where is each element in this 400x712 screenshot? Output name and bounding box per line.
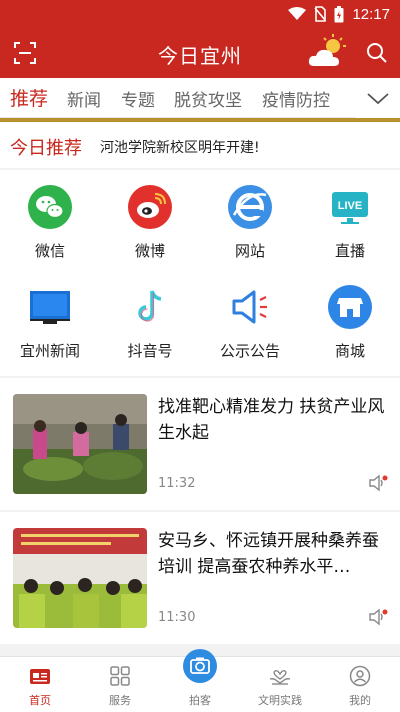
news-time: 11:30 [158, 610, 196, 625]
nav-label-civilization-practice: 文明实践 [258, 694, 302, 707]
tabs-expand-button[interactable] [356, 78, 400, 118]
grid-item-live[interactable]: LIVE 直播 [300, 170, 400, 270]
banner-title: 今日推荐 [10, 138, 82, 159]
search-icon [367, 43, 387, 63]
chevron-down-icon [367, 93, 389, 105]
speaker-icon[interactable] [368, 474, 388, 492]
grid-item-douyin[interactable]: 抖音号 [100, 270, 200, 370]
news-thumbnail [13, 394, 147, 494]
grid-item-weibo[interactable]: 微博 [100, 170, 200, 270]
no-sim-icon [314, 6, 327, 22]
home-icon [30, 669, 50, 684]
today-recommend-banner[interactable]: 今日推荐 河池学院新校区明年开建! [0, 118, 400, 168]
news-title: 找准靶心精准发力 扶贫产业风生水起 [158, 397, 385, 443]
battery-icon [334, 5, 344, 22]
search-button[interactable] [364, 40, 390, 66]
shortcut-grid: 微信 微博 网站 LIVE 直播 宜州新闻 抖音号 公示公告 商城 [0, 170, 400, 376]
nav-label-services: 服务 [109, 694, 131, 707]
grid-label-douyin: 抖音号 [127, 342, 173, 360]
nav-label-home: 首页 [29, 694, 51, 707]
app-bar: 今日宜州 [0, 28, 400, 78]
weibo-icon [128, 185, 172, 229]
grid-item-mall[interactable]: 商城 [300, 270, 400, 370]
status-time: 12:17 [352, 5, 390, 23]
nav-label-paike: 拍客 [189, 694, 211, 707]
camera-icon [190, 657, 210, 674]
speaker-icon[interactable] [368, 608, 388, 626]
grid-label-live: 直播 [334, 242, 365, 260]
tab-poverty-alleviation[interactable]: 脱贫攻坚 [174, 86, 242, 111]
bottom-nav: 首页 服务 拍客 文明实践 我的 [0, 649, 400, 712]
status-icons: 12:17 [288, 4, 390, 24]
live-tv-icon: LIVE [332, 192, 368, 224]
grid-label-yizhou-news: 宜州新闻 [19, 342, 80, 360]
grid-item-announcements[interactable]: 公示公告 [200, 270, 300, 370]
tab-recommend[interactable]: 推荐 [10, 84, 48, 111]
banner-headline[interactable]: 河池学院新校区明年开建! [100, 137, 260, 157]
grid-label-weibo: 微博 [134, 242, 165, 260]
grid-item-website[interactable]: 网站 [200, 170, 300, 270]
tv-icon [30, 291, 70, 324]
user-icon [349, 665, 371, 687]
browser-icon [228, 185, 272, 229]
camera-button[interactable] [183, 649, 217, 683]
nav-services[interactable]: 服务 [80, 657, 160, 712]
grid-label-wechat: 微信 [34, 242, 65, 260]
nav-mine[interactable]: 我的 [320, 657, 400, 712]
megaphone-icon [232, 290, 267, 324]
weather-cloud-sun-icon [308, 34, 346, 66]
news-title: 安马乡、怀远镇开展种桑养蚕培训 提高蚕农种养水平… [158, 531, 379, 577]
category-tabs: 推荐 新闻 专题 脱贫攻坚 疫情防控 [0, 78, 400, 118]
news-item[interactable]: 安马乡、怀远镇开展种桑养蚕培训 提高蚕农种养水平… 11:30 [0, 512, 400, 644]
grid-item-wechat[interactable]: 微信 [0, 170, 100, 270]
grid-item-yizhou-news[interactable]: 宜州新闻 [0, 270, 100, 370]
svg-text:LIVE: LIVE [338, 200, 362, 212]
tab-topics[interactable]: 专题 [121, 86, 155, 111]
nav-paike[interactable]: 拍客 [160, 649, 240, 712]
news-item[interactable]: 找准靶心精准发力 扶贫产业风生水起 11:32 [0, 378, 400, 510]
nav-home[interactable]: 首页 [0, 657, 80, 712]
status-bar: 12:17 [0, 0, 400, 28]
tab-epidemic-control[interactable]: 疫情防控 [262, 86, 330, 111]
grid-icon [110, 666, 130, 686]
tab-news[interactable]: 新闻 [67, 86, 101, 111]
douyin-icon [138, 290, 162, 322]
hands-heart-icon [269, 669, 291, 685]
wifi-icon [288, 7, 307, 20]
nav-label-mine: 我的 [349, 694, 371, 707]
shop-icon [328, 285, 372, 329]
news-thumbnail [13, 528, 147, 628]
grid-label-mall: 商城 [334, 342, 365, 360]
weather-button[interactable] [306, 32, 350, 72]
grid-label-website: 网站 [234, 242, 265, 260]
nav-civilization-practice[interactable]: 文明实践 [240, 657, 320, 712]
wechat-icon [28, 185, 72, 229]
news-time: 11:32 [158, 476, 196, 491]
grid-label-announcements: 公示公告 [219, 342, 280, 360]
